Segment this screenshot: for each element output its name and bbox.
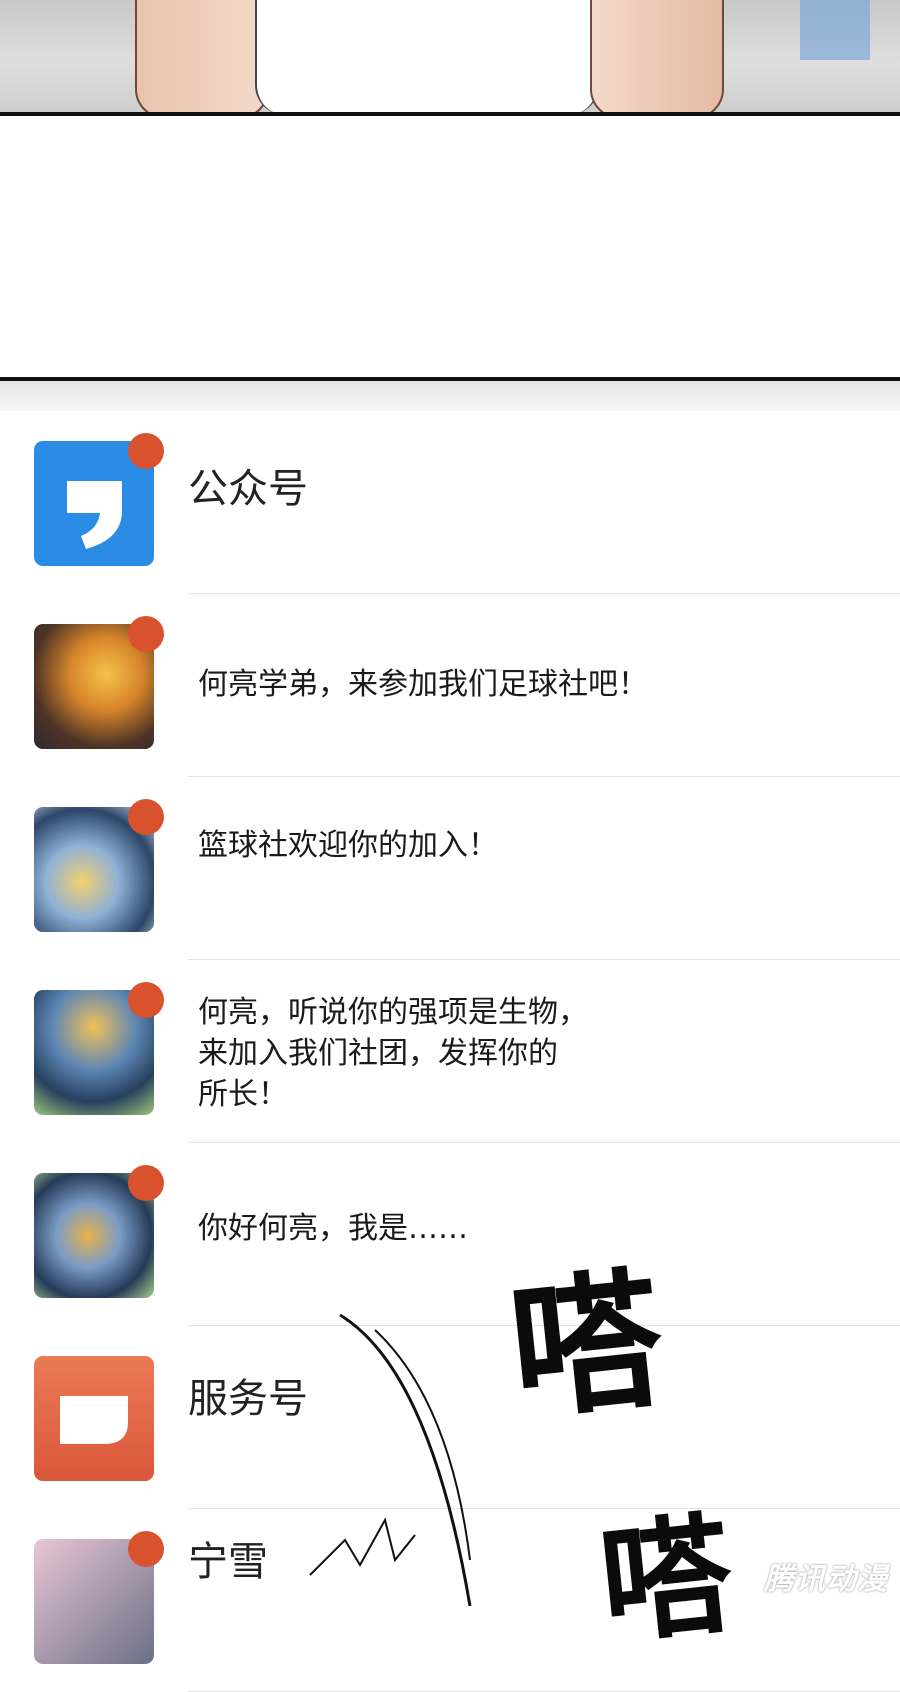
chat-row[interactable]: 何亮学弟，来参加我们足球社吧！ xyxy=(0,594,900,777)
chat-title: 公众号 xyxy=(188,466,308,512)
chat-list: 公众号 何亮学弟，来参加我们足球社吧！ 篮球社欢迎你的加入！ 何亮，听说你的强项… xyxy=(0,411,900,1692)
service-account-icon xyxy=(34,1356,154,1481)
message-line: 你好何亮，我是…… xyxy=(198,1211,468,1246)
chat-message-preview: 篮球社欢迎你的加入！ xyxy=(198,825,498,866)
sound-effect-text: 嗒 xyxy=(502,1250,671,1442)
unread-badge xyxy=(128,1165,164,1201)
chat-row[interactable]: 你好何亮，我是…… xyxy=(0,1143,900,1326)
message-line: 何亮学弟，来参加我们足球社吧！ xyxy=(198,667,648,702)
comic-panel-top xyxy=(0,0,900,116)
chat-row[interactable]: 篮球社欢迎你的加入！ xyxy=(0,777,900,960)
message-line: 篮球社欢迎你的加入！ xyxy=(198,828,498,863)
watermark-logo: 腾讯动漫 xyxy=(764,1562,888,1597)
chat-row[interactable]: 何亮，听说你的强项是生物， 来加入我们社团，发挥你的 所长！ xyxy=(0,960,900,1143)
character-leg-right xyxy=(590,0,724,112)
message-line: 所长！ xyxy=(198,1077,288,1112)
list-header-shade xyxy=(0,381,900,411)
chat-title: 服务号 xyxy=(188,1376,308,1422)
unread-badge xyxy=(128,433,164,469)
unread-badge xyxy=(128,616,164,652)
chat-message-preview: 何亮学弟，来参加我们足球社吧！ xyxy=(198,664,648,705)
character-skirt xyxy=(255,0,599,112)
background-sign xyxy=(800,0,870,60)
unread-badge xyxy=(128,982,164,1018)
chat-message-preview: 何亮，听说你的强项是生物， 来加入我们社团，发挥你的 所长！ xyxy=(198,992,588,1115)
chat-row-official-accounts[interactable]: 公众号 xyxy=(0,411,900,594)
chat-row-service-accounts[interactable]: 服务号 xyxy=(0,1326,900,1509)
message-line: 何亮，听说你的强项是生物， xyxy=(198,995,588,1030)
chat-title: 宁雪 xyxy=(188,1539,268,1585)
sound-effect-text: 嗒 xyxy=(593,1496,739,1663)
character-leg-left xyxy=(135,0,269,112)
chat-message-preview: 你好何亮，我是…… xyxy=(198,1208,468,1249)
chat-row[interactable]: 宁雪 xyxy=(0,1509,900,1692)
unread-badge xyxy=(128,799,164,835)
message-line: 来加入我们社团，发挥你的 xyxy=(198,1036,558,1071)
unread-badge xyxy=(128,1531,164,1567)
